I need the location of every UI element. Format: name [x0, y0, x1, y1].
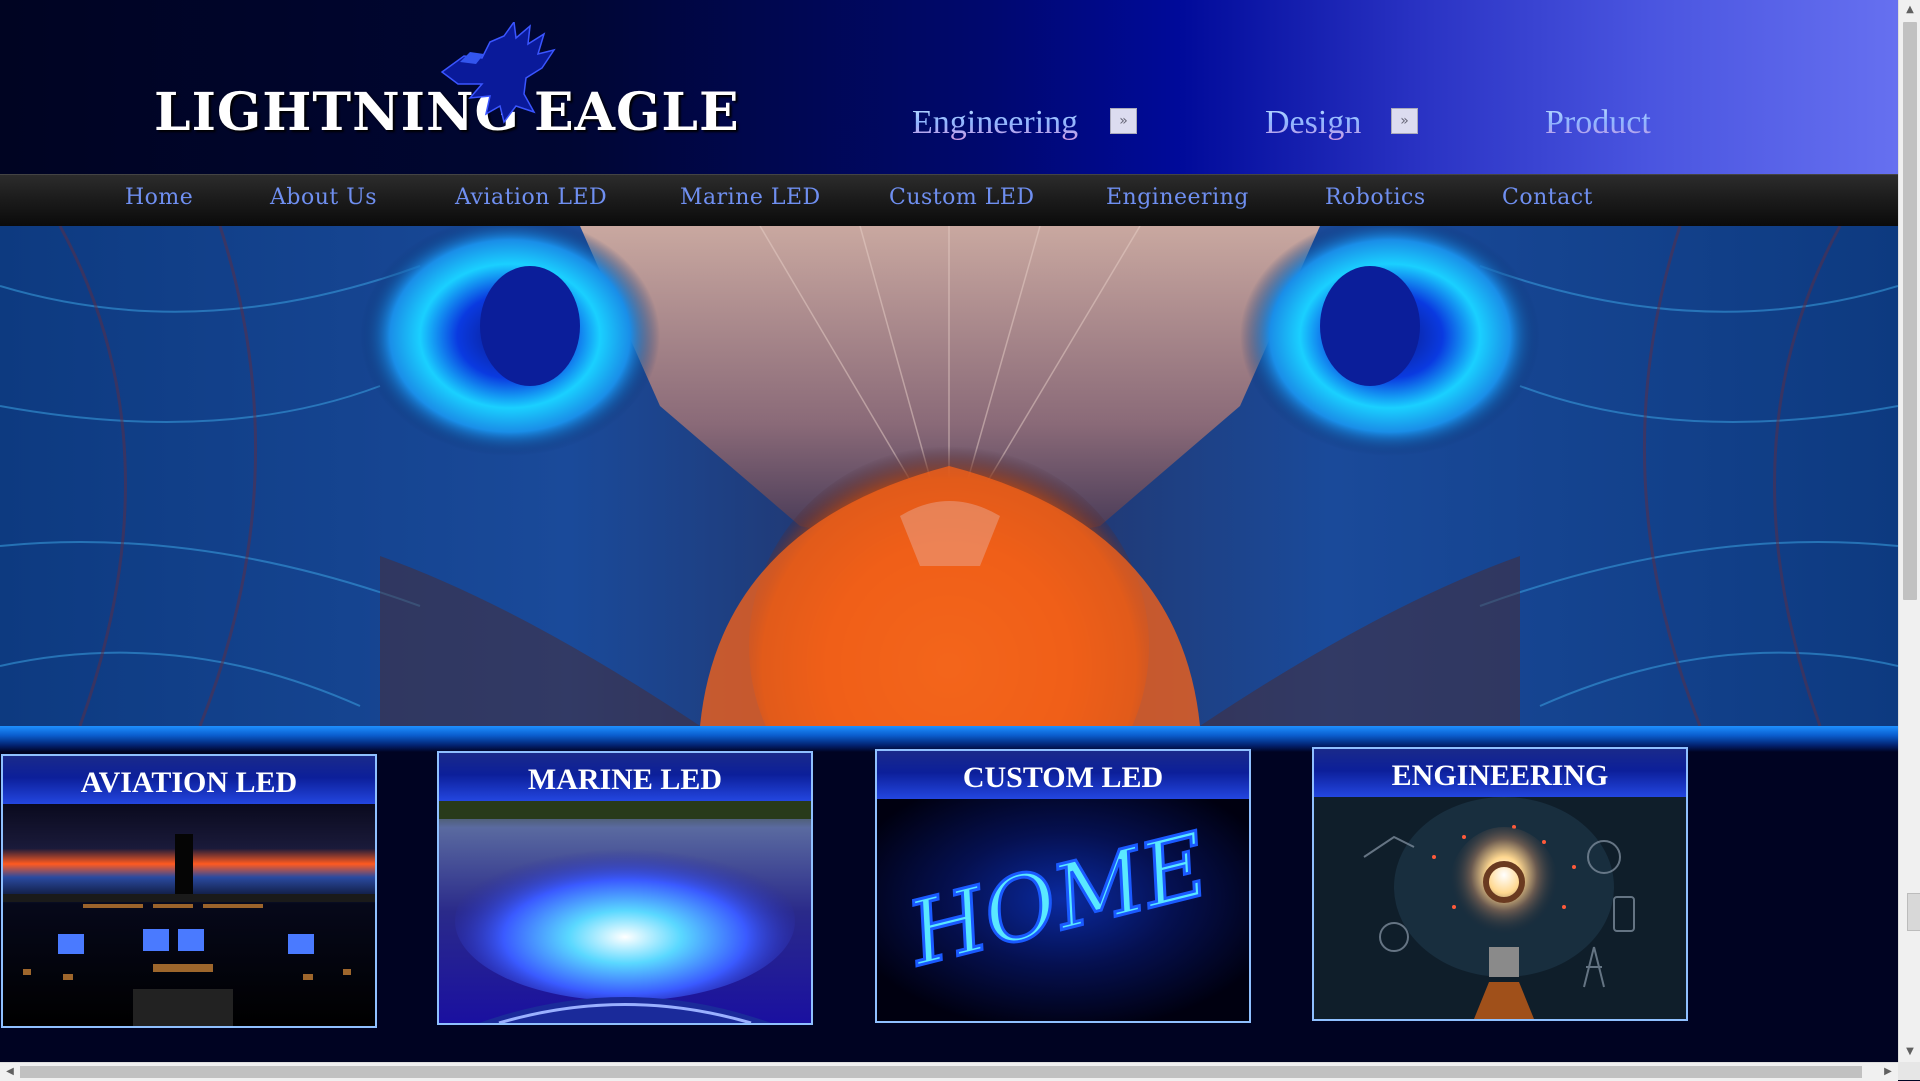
- site-header: LIGHTNING EAGLE Engineering » Design » P…: [0, 0, 1898, 174]
- nav-item-marine-led[interactable]: Marine LED: [680, 185, 821, 210]
- main-nav: Home About Us Aviation LED Marine LED Cu…: [0, 174, 1898, 227]
- card-custom-led[interactable]: CUSTOM LED HOME: [875, 749, 1251, 1023]
- scroll-down-arrow-icon[interactable]: ▼: [1899, 1042, 1920, 1062]
- horizontal-scrollbar[interactable]: ◀ ▶: [0, 1062, 1898, 1081]
- card-engineering[interactable]: ENGINEERING: [1312, 747, 1688, 1021]
- scroll-right-arrow-icon[interactable]: ▶: [1878, 1063, 1898, 1081]
- nav-item-home[interactable]: Home: [125, 185, 193, 210]
- double-chevron-right-icon[interactable]: »: [1110, 108, 1137, 134]
- nav-item-robotics[interactable]: Robotics: [1325, 185, 1426, 210]
- neon-sign-image: HOME: [877, 799, 1249, 1021]
- card-title: MARINE LED: [439, 753, 811, 801]
- nav-item-about-us[interactable]: About Us: [270, 185, 377, 210]
- site-logo[interactable]: LIGHTNING EAGLE: [150, 22, 739, 143]
- nav-item-engineering[interactable]: Engineering: [1106, 185, 1249, 210]
- horizontal-scroll-thumb[interactable]: [20, 1066, 1862, 1078]
- double-chevron-right-icon[interactable]: »: [1391, 108, 1418, 134]
- card-title: AVIATION LED: [3, 756, 375, 804]
- card-title: CUSTOM LED: [877, 751, 1249, 799]
- lightbulb-brain-image: [1314, 797, 1686, 1019]
- card-marine-led[interactable]: MARINE LED: [437, 751, 813, 1025]
- vertical-scroll-thumb[interactable]: [1903, 22, 1917, 600]
- nav-item-contact[interactable]: Contact: [1502, 185, 1593, 210]
- nav-item-aviation-led[interactable]: Aviation LED: [455, 185, 607, 210]
- tagline-engineering: Engineering: [912, 104, 1079, 141]
- tagline-product: Product: [1545, 104, 1651, 141]
- cockpit-image: [3, 804, 375, 1026]
- scrollbar-corner: [1898, 1062, 1920, 1080]
- card-title: ENGINEERING: [1314, 749, 1686, 797]
- vertical-scroll-marker: [1907, 893, 1920, 931]
- vertical-scrollbar[interactable]: ▲ ▼: [1898, 0, 1920, 1062]
- scroll-up-arrow-icon[interactable]: ▲: [1899, 0, 1920, 20]
- boat-wake-image: [439, 801, 811, 1023]
- scroll-left-arrow-icon[interactable]: ◀: [0, 1063, 20, 1081]
- nav-item-custom-led[interactable]: Custom LED: [889, 185, 1035, 210]
- hero-eagle-eyes-image: [0, 226, 1898, 726]
- card-aviation-led[interactable]: AVIATION LED: [1, 754, 377, 1028]
- logo-word-eagle: EAGLE: [534, 82, 740, 143]
- tagline-design: Design: [1265, 104, 1362, 141]
